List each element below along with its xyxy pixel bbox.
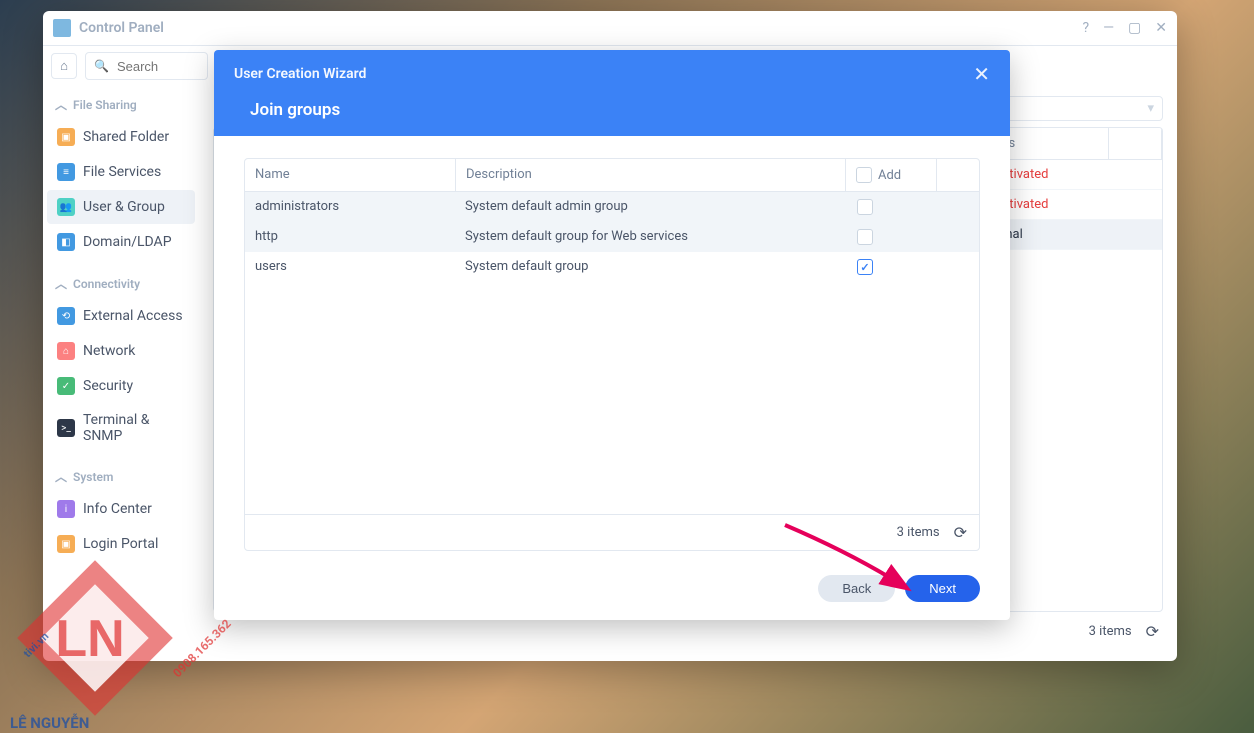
refresh-icon[interactable]: ⟳ xyxy=(1146,622,1159,641)
modal-subtitle: Join groups xyxy=(250,100,990,120)
home-icon: ⌂ xyxy=(60,58,68,74)
groups-item-count: 3 items xyxy=(897,525,940,540)
sidebar-item-external-access[interactable]: ⟲ External Access xyxy=(47,299,195,333)
col-add[interactable]: Add xyxy=(846,159,937,191)
group-add-cell xyxy=(847,222,937,252)
modal-header: User Creation Wizard ✕ Join groups xyxy=(214,50,1010,136)
section-label: System xyxy=(73,470,113,484)
modal-close-icon[interactable]: ✕ xyxy=(973,62,990,86)
col-name[interactable]: Name xyxy=(245,159,456,191)
chevron-up-icon: ︿ xyxy=(55,96,67,113)
section-system[interactable]: ︿ System xyxy=(45,462,197,491)
group-add-cell xyxy=(847,252,937,282)
group-name: http xyxy=(245,222,455,252)
sidebar-item-file-services[interactable]: ≡ File Services xyxy=(47,155,195,189)
search-box[interactable]: 🔍 xyxy=(85,52,208,80)
item-count: 3 items xyxy=(1089,624,1132,639)
search-icon: 🔍 xyxy=(94,59,109,73)
window-controls: ? — ▢ ✕ xyxy=(1082,20,1167,36)
shield-icon: ✓ xyxy=(57,377,75,395)
user-group-icon: 👥 xyxy=(57,198,75,216)
sidebar-item-shared-folder[interactable]: ▣ Shared Folder xyxy=(47,120,195,154)
section-connectivity[interactable]: ︿ Connectivity xyxy=(45,269,197,298)
add-checkbox[interactable] xyxy=(857,229,873,245)
next-button[interactable]: Next xyxy=(905,575,980,602)
group-row[interactable]: usersSystem default group xyxy=(245,252,979,282)
back-button[interactable]: Back xyxy=(818,575,895,602)
modal-body: Name Description Add administratorsSyste… xyxy=(214,136,1010,561)
col-pad xyxy=(937,159,979,191)
sidebar-item-user-group[interactable]: 👥 User & Group xyxy=(47,190,195,224)
sidebar-item-domain-ldap[interactable]: ◧ Domain/LDAP xyxy=(47,225,195,259)
group-name: users xyxy=(245,252,455,282)
groups-table: Name Description Add administratorsSyste… xyxy=(244,158,980,551)
sidebar-item-login-portal[interactable]: ▣ Login Portal xyxy=(47,527,195,561)
external-access-icon: ⟲ xyxy=(57,307,75,325)
groups-table-body: administratorsSystem default admin group… xyxy=(245,192,979,514)
add-checkbox[interactable] xyxy=(857,199,873,215)
sidebar-item-info-center[interactable]: i Info Center xyxy=(47,492,195,526)
app-icon xyxy=(53,19,71,37)
sidebar-item-network[interactable]: ⌂ Network xyxy=(47,334,195,368)
group-name: administrators xyxy=(245,192,455,222)
sidebar-item-label: File Services xyxy=(83,164,161,180)
sidebar-item-security[interactable]: ✓ Security xyxy=(47,369,195,403)
filter-icon: ▾ xyxy=(1147,101,1154,116)
sidebar-item-label: User & Group xyxy=(83,199,165,215)
close-icon[interactable]: ✕ xyxy=(1155,20,1167,36)
add-checkbox[interactable] xyxy=(857,259,873,275)
section-file-sharing[interactable]: ︿ File Sharing xyxy=(45,90,197,119)
window-title: Control Panel xyxy=(79,20,1082,36)
sidebar-item-label: Shared Folder xyxy=(83,129,169,145)
group-row[interactable]: httpSystem default group for Web service… xyxy=(245,222,979,252)
titlebar: Control Panel ? — ▢ ✕ xyxy=(43,11,1177,46)
minimize-icon[interactable]: — xyxy=(1103,20,1114,36)
col-pad xyxy=(1109,128,1162,159)
group-description: System default admin group xyxy=(455,192,847,222)
chevron-up-icon: ︿ xyxy=(55,468,67,485)
groups-table-footer: 3 items ⟳ xyxy=(245,514,979,550)
group-description: System default group for Web services xyxy=(455,222,847,252)
sidebar-item-label: Security xyxy=(83,378,133,394)
section-label: File Sharing xyxy=(73,98,137,112)
terminal-icon: >_ xyxy=(57,419,75,437)
groups-table-header: Name Description Add xyxy=(245,159,979,192)
maximize-icon[interactable]: ▢ xyxy=(1128,20,1141,36)
search-input[interactable] xyxy=(115,58,199,75)
info-icon: i xyxy=(57,500,75,518)
group-description: System default group xyxy=(455,252,847,282)
user-creation-wizard-modal: User Creation Wizard ✕ Join groups Name … xyxy=(214,50,1010,620)
sidebar-item-terminal-snmp[interactable]: >_ Terminal & SNMP xyxy=(47,404,195,452)
group-row[interactable]: administratorsSystem default admin group xyxy=(245,192,979,222)
folder-icon: ▣ xyxy=(57,128,75,146)
network-icon: ⌂ xyxy=(57,342,75,360)
header-checkbox[interactable] xyxy=(856,167,872,183)
sidebar-item-label: Network xyxy=(83,343,135,359)
domain-icon: ◧ xyxy=(57,233,75,251)
group-add-cell xyxy=(847,192,937,222)
sidebar: ︿ File Sharing ▣ Shared Folder ≡ File Se… xyxy=(43,86,199,661)
modal-title: User Creation Wizard xyxy=(234,66,366,82)
sidebar-item-label: External Access xyxy=(83,308,183,324)
section-label: Connectivity xyxy=(73,277,140,291)
svg-text:LÊ NGUYỄN: LÊ NGUYỄN xyxy=(10,713,89,732)
sidebar-item-label: Domain/LDAP xyxy=(83,234,172,250)
file-services-icon: ≡ xyxy=(57,163,75,181)
sidebar-item-label: Terminal & SNMP xyxy=(83,412,185,444)
col-description[interactable]: Description xyxy=(456,159,846,191)
sidebar-item-label: Info Center xyxy=(83,501,152,517)
chevron-up-icon: ︿ xyxy=(55,275,67,292)
modal-footer: Back Next xyxy=(214,561,1010,620)
home-button[interactable]: ⌂ xyxy=(51,53,77,79)
refresh-icon[interactable]: ⟳ xyxy=(954,523,967,542)
help-icon[interactable]: ? xyxy=(1082,20,1089,36)
sidebar-item-label: Login Portal xyxy=(83,536,158,552)
col-add-label: Add xyxy=(878,168,901,183)
login-portal-icon: ▣ xyxy=(57,535,75,553)
